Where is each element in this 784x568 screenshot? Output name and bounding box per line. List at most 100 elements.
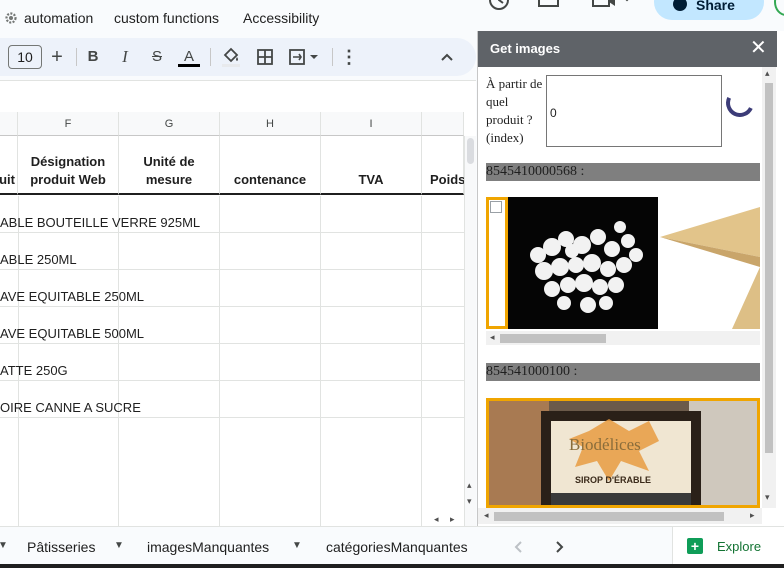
- scroll-right-icon[interactable]: ▸: [450, 514, 455, 525]
- history-icon[interactable]: [486, 0, 512, 16]
- chevron-right-icon[interactable]: [552, 539, 566, 555]
- scroll-down-icon[interactable]: ▾: [765, 493, 770, 503]
- collapse-toolbar-icon[interactable]: [436, 46, 458, 68]
- column-header-j[interactable]: [422, 112, 464, 136]
- formatting-toolbar: 10 + B I S A ⋮: [0, 38, 476, 76]
- product-image-strip[interactable]: [486, 197, 760, 329]
- product2-brand-text: Biodélices: [569, 435, 641, 454]
- product-image-cotton-balls[interactable]: [508, 197, 658, 329]
- start-index-label: À partir de quel produit ? (index): [486, 76, 543, 145]
- column-header-i[interactable]: I: [321, 112, 422, 136]
- cell-designation[interactable]: ABLE BOUTEILLE VERRE 925ML: [0, 215, 200, 230]
- avatar[interactable]: [774, 0, 784, 16]
- chevron-left-icon[interactable]: [512, 539, 526, 555]
- image-strip-scroll-thumb[interactable]: [500, 334, 606, 343]
- chevron-down-icon[interactable]: ▼: [292, 540, 302, 551]
- product2-product-text: SIROP D'ÉRABLE: [575, 475, 651, 485]
- close-icon[interactable]: ✕: [750, 37, 767, 59]
- header-cell-tva[interactable]: TVA: [321, 136, 422, 195]
- spreadsheet-grid: F G H I uit Désignation produit Web Unit…: [0, 112, 476, 526]
- column-header-h[interactable]: H: [220, 112, 321, 136]
- borders-icon[interactable]: [254, 46, 276, 68]
- broken-image-icon[interactable]: [486, 197, 508, 329]
- grid-line: [0, 417, 464, 418]
- menu-custom-functions[interactable]: custom functions: [114, 10, 219, 26]
- merge-cells-icon[interactable]: [286, 46, 326, 68]
- sidebar-header: Get images ✕: [478, 31, 778, 67]
- header-cell-designation[interactable]: Désignation produit Web: [18, 136, 119, 195]
- cell-designation[interactable]: AVE EQUITABLE 250ML: [0, 289, 144, 304]
- scroll-up-icon[interactable]: ▴: [765, 69, 770, 79]
- grid-line: [421, 196, 422, 526]
- grid-vertical-scroll-thumb[interactable]: [467, 138, 474, 164]
- sidebar-scroll-thumb[interactable]: [765, 83, 773, 453]
- product-image-paper-cones[interactable]: [658, 197, 760, 329]
- bold-button[interactable]: B: [82, 46, 104, 68]
- chevron-down-icon[interactable]: ▼: [0, 540, 8, 551]
- scroll-left-icon[interactable]: ◂: [484, 511, 489, 521]
- grid-vertical-scrollbar[interactable]: ▴ ▾: [464, 136, 476, 526]
- sidebar-hscroll-thumb[interactable]: [494, 512, 724, 521]
- chevron-down-icon[interactable]: ▼: [114, 540, 124, 551]
- toolbar-divider: [332, 48, 333, 66]
- more-options-button[interactable]: ⋮: [338, 46, 360, 68]
- grid-hscroll-arrows[interactable]: ◂ ▸: [430, 512, 464, 526]
- grid-line: [0, 380, 464, 381]
- product-code-heading: 8545410000568 :: [486, 163, 760, 181]
- product-image-maple-syrup[interactable]: Biodélices SIROP D'ÉRABLE: [486, 398, 760, 508]
- scroll-right-icon[interactable]: ▸: [750, 511, 755, 521]
- header-cell-contenance[interactable]: contenance: [220, 136, 321, 195]
- grid-line: [18, 196, 19, 526]
- tab-patisseries[interactable]: Pâtisseries: [27, 539, 95, 555]
- grid-line: [320, 196, 321, 526]
- sidebar-vertical-scrollbar[interactable]: ▴ ▾: [762, 67, 776, 508]
- gear-icon: [5, 12, 17, 24]
- text-color-button[interactable]: A: [178, 46, 200, 68]
- sidebar-horizontal-scrollbar[interactable]: ◂ ▸: [478, 508, 762, 524]
- cell-designation[interactable]: AVE EQUITABLE 500ML: [0, 326, 144, 341]
- spreadsheet-window: automation custom functions Accessibilit…: [0, 0, 784, 568]
- text-color-swatch: [178, 64, 200, 67]
- sidebar-body: À partir de quel produit ? (index) 0 854…: [478, 67, 778, 526]
- cell-designation[interactable]: ATTE 250G: [0, 363, 68, 378]
- menu-automation[interactable]: automation: [24, 10, 93, 26]
- meet-icon[interactable]: [590, 0, 636, 16]
- share-button[interactable]: Share: [654, 0, 764, 20]
- toolbar-divider: [210, 48, 211, 66]
- font-size-increase-button[interactable]: +: [46, 46, 68, 68]
- menu-accessibility[interactable]: Accessibility: [243, 10, 319, 26]
- strikethrough-button[interactable]: S: [146, 46, 168, 68]
- explore-button[interactable]: + Explore: [672, 527, 784, 568]
- formula-bar[interactable]: [0, 80, 476, 112]
- column-header-g[interactable]: G: [119, 112, 220, 136]
- tab-images-manquantes[interactable]: imagesManquantes: [147, 539, 269, 555]
- scroll-left-icon[interactable]: ◂: [434, 514, 439, 525]
- tab-categories-manquantes[interactable]: catégoriesManquantes: [326, 539, 468, 555]
- cell-designation[interactable]: OIRE CANNE A SUCRE: [0, 400, 141, 415]
- grid-line: [0, 343, 464, 344]
- share-label: Share: [696, 0, 735, 13]
- grid-line: [0, 269, 464, 270]
- header-cell-unite-de-mesure[interactable]: Unité de mesure: [119, 136, 220, 195]
- italic-button[interactable]: I: [114, 46, 136, 68]
- paper-cones-picture: [660, 207, 760, 329]
- globe-icon: [673, 0, 687, 11]
- header-cell-poids[interactable]: Poids: [422, 136, 465, 195]
- start-index-input[interactable]: 0: [546, 75, 722, 147]
- scroll-up-icon[interactable]: ▴: [467, 480, 472, 491]
- column-header-e[interactable]: [0, 112, 18, 136]
- grid-line: [219, 196, 220, 526]
- toolbar-divider: [76, 48, 77, 66]
- header-cell-e[interactable]: uit: [0, 136, 18, 195]
- scroll-left-icon[interactable]: ◂: [490, 333, 495, 343]
- comment-icon[interactable]: [536, 0, 562, 16]
- cell-designation[interactable]: ABLE 250ML: [0, 252, 77, 267]
- product-code-heading: 854541000100 :: [486, 363, 760, 381]
- font-size-input[interactable]: 10: [8, 45, 42, 69]
- fill-color-icon[interactable]: [220, 46, 242, 68]
- scroll-down-icon[interactable]: ▾: [467, 496, 472, 507]
- loading-spinner-icon: [722, 85, 758, 121]
- image-strip-scrollbar[interactable]: ◂: [486, 331, 760, 345]
- get-images-sidebar: Get images ✕ À partir de quel produit ? …: [477, 31, 778, 526]
- column-header-f[interactable]: F: [18, 112, 119, 136]
